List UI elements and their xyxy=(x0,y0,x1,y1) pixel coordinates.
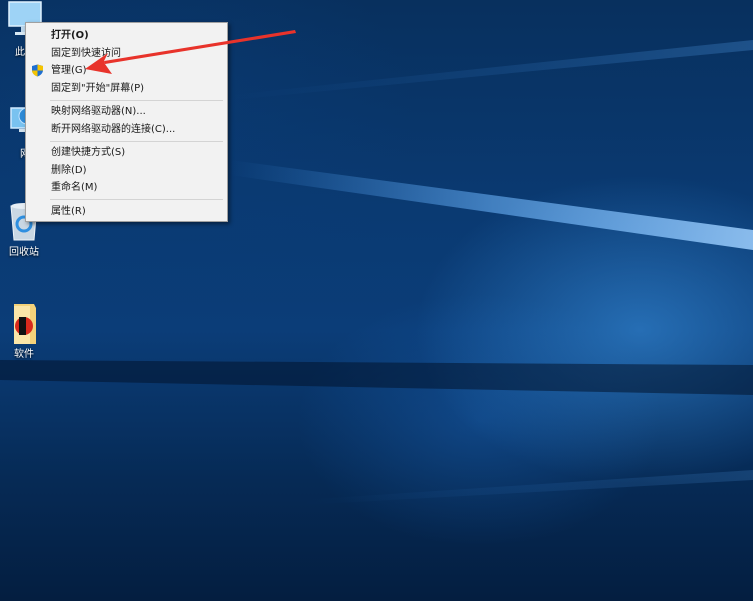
menu-separator xyxy=(50,140,223,142)
software-folder-label: 软件 xyxy=(14,349,34,360)
recycle-bin-label: 回收站 xyxy=(9,247,39,258)
menu-item-delete[interactable]: 删除(D) xyxy=(26,162,227,180)
menu-item-open[interactable]: 打开(O) xyxy=(26,27,227,45)
context-menu: 打开(O) 固定到快速访问 管理(G) 固定到"开始"屏幕(P) 映射网络驱动器… xyxy=(25,22,228,222)
desktop[interactable]: 此电 网 回收站 xyxy=(0,0,753,601)
menu-item-map-network-drive[interactable]: 映射网络驱动器(N)... xyxy=(26,103,227,121)
menu-item-disconnect-network-drive[interactable]: 断开网络驱动器的连接(C)... xyxy=(26,121,227,139)
menu-item-pin-quick-access[interactable]: 固定到快速访问 xyxy=(26,45,227,63)
menu-separator xyxy=(50,199,223,200)
menu-item-create-shortcut[interactable]: 创建快捷方式(S) xyxy=(26,144,227,162)
menu-item-rename[interactable]: 重命名(M) xyxy=(26,179,227,197)
menu-item-manage[interactable]: 管理(G) xyxy=(26,62,227,80)
uac-shield-icon xyxy=(31,64,44,77)
menu-item-pin-start[interactable]: 固定到"开始"屏幕(P) xyxy=(26,80,227,98)
folder-icon xyxy=(4,302,44,344)
menu-separator xyxy=(50,99,223,101)
software-folder-desktop-icon[interactable]: 软件 xyxy=(0,302,54,360)
menu-item-properties[interactable]: 属性(R) xyxy=(26,203,227,221)
